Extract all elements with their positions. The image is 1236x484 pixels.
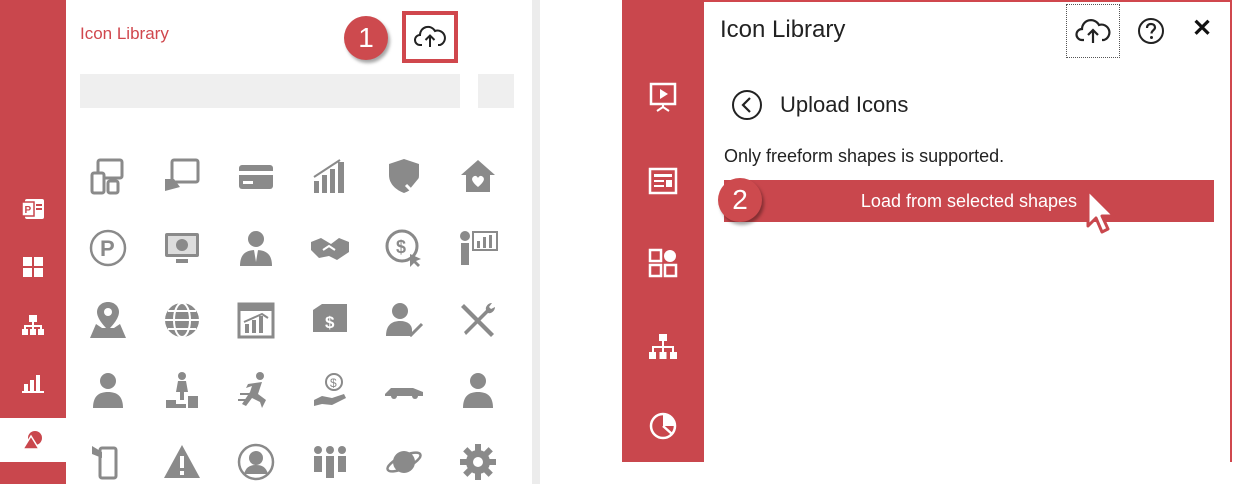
calendar-chart-icon[interactable] <box>234 298 278 342</box>
user-circle-icon[interactable] <box>234 440 278 484</box>
dollar-click-icon[interactable]: $ <box>382 226 426 270</box>
cash-icon[interactable]: $ <box>308 298 352 342</box>
parking-icon[interactable]: P <box>86 226 130 270</box>
hierarchy-icon[interactable] <box>14 306 52 344</box>
growth-bars-icon[interactable] <box>308 154 352 198</box>
help-icon <box>1138 18 1164 44</box>
shapes-icon[interactable] <box>0 418 66 462</box>
planet-icon[interactable] <box>382 440 426 484</box>
chevron-left-circle-icon <box>732 90 762 120</box>
right-sidebar <box>622 0 704 462</box>
section-heading: Upload Icons <box>780 92 909 117</box>
tools-icon[interactable] <box>456 298 500 342</box>
screenshot-composite: P Icon Library 1 P $ $ $ Icon Library ✕ … <box>0 0 1236 484</box>
news-icon[interactable] <box>642 160 684 202</box>
apps-icon[interactable] <box>642 242 684 284</box>
slideshow-icon[interactable] <box>642 76 684 118</box>
globe-icon[interactable] <box>160 298 204 342</box>
tablet-hand-icon[interactable] <box>160 154 204 198</box>
pie-chart-icon[interactable] <box>642 404 684 446</box>
upload-button[interactable] <box>1066 4 1120 58</box>
mouse-cursor-icon <box>1086 188 1116 234</box>
svg-text:$: $ <box>330 376 337 390</box>
close-icon[interactable]: ✕ <box>1192 14 1212 43</box>
gear-icon[interactable] <box>456 440 500 484</box>
left-sidebar: P <box>0 0 66 484</box>
warning-icon[interactable] <box>160 440 204 484</box>
step-badge-2: 2 <box>718 178 762 222</box>
cloud-upload-icon <box>414 25 446 47</box>
grid-icon[interactable] <box>14 248 52 286</box>
presenter-chart-icon[interactable] <box>456 226 500 270</box>
svg-text:$: $ <box>396 237 406 257</box>
search-button[interactable] <box>478 74 514 108</box>
upload-button[interactable] <box>402 11 458 63</box>
svg-text:P: P <box>25 205 32 216</box>
svg-text:$: $ <box>325 313 335 332</box>
car-icon[interactable] <box>382 368 426 412</box>
shield-check-icon[interactable] <box>382 154 426 198</box>
home-heart-icon[interactable] <box>456 154 500 198</box>
user-icon[interactable] <box>86 368 130 412</box>
person-icon[interactable] <box>456 368 500 412</box>
back-button[interactable] <box>730 88 764 122</box>
panel-scrollbar[interactable] <box>532 0 540 484</box>
user-check-icon[interactable] <box>382 298 426 342</box>
load-from-selected-shapes-button[interactable]: Load from selected shapes <box>724 180 1214 222</box>
runner-icon[interactable] <box>234 368 278 412</box>
hierarchy-icon[interactable] <box>642 326 684 368</box>
credit-card-icon[interactable] <box>234 154 278 198</box>
businessman-icon[interactable] <box>234 226 278 270</box>
map-pin-icon[interactable] <box>86 298 130 342</box>
handshake-icon[interactable] <box>308 226 352 270</box>
help-text: Only freeform shapes is supported. <box>724 146 1005 166</box>
hand-coin-icon[interactable]: $ <box>308 368 352 412</box>
panel-title: Icon Library <box>80 24 169 43</box>
help-button[interactable] <box>1136 16 1166 46</box>
monitor-chart-icon[interactable] <box>160 226 204 270</box>
right-upload-panel <box>704 0 1232 462</box>
step-badge-1: 1 <box>344 16 388 60</box>
powerpoint-icon[interactable]: P <box>14 190 52 228</box>
cloud-upload-icon <box>1075 19 1111 43</box>
team-icon[interactable] <box>308 440 352 484</box>
panel-title: Icon Library <box>720 16 846 43</box>
bar-chart-icon[interactable] <box>14 364 52 402</box>
devices-icon[interactable] <box>86 154 130 198</box>
phone-hand-icon[interactable] <box>86 440 130 484</box>
climbing-stairs-icon[interactable] <box>160 368 204 412</box>
search-input[interactable] <box>80 74 460 108</box>
svg-text:P: P <box>100 236 115 261</box>
load-button-label: Load from selected shapes <box>860 190 1078 211</box>
